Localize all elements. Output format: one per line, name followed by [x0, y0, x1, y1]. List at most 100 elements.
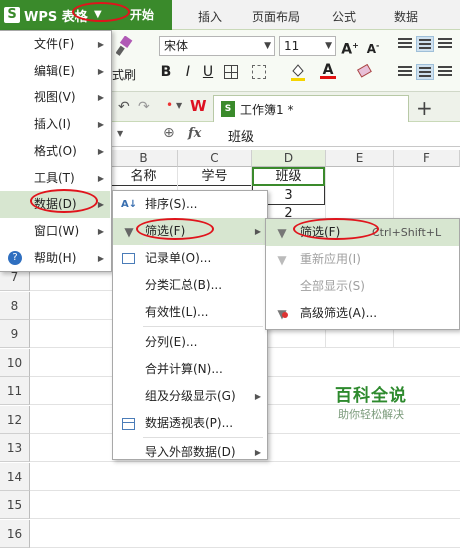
redo-icon[interactable]: ↷ [138, 99, 150, 115]
main-menu-item[interactable]: 窗口(W) ▶ [0, 218, 110, 245]
form-icon [122, 253, 135, 264]
chevron-right-icon: ▶ [97, 66, 104, 76]
chevron-right-icon: ▶ [97, 120, 104, 130]
main-menu-item[interactable]: ? 帮助(H) ▶ [0, 245, 110, 272]
annotation-oval [293, 218, 379, 240]
italic-button[interactable]: I [180, 62, 196, 82]
main-menu-item[interactable]: 编辑(E) ▶ [0, 58, 110, 85]
tab-formula[interactable]: 公式 [332, 8, 356, 25]
bullet-icon[interactable]: • [166, 98, 173, 112]
chevron-right-icon: ▶ [97, 253, 104, 263]
chevron-right-icon: ▶ [254, 448, 261, 457]
row-header[interactable]: 13 [0, 434, 30, 462]
tab-page-layout[interactable]: 页面布局 [252, 8, 300, 25]
align-center-icon[interactable] [416, 64, 434, 80]
border-icon[interactable] [224, 65, 238, 79]
cell-B-header[interactable]: 名称 [110, 167, 177, 186]
shrink-font-button[interactable]: A- [364, 36, 382, 56]
chevron-down-icon[interactable]: ▼ [176, 101, 182, 110]
formula-input[interactable]: 班级 [228, 126, 254, 145]
filter-menu-item: 全部显示(S) [300, 279, 365, 293]
align-bottom-icon[interactable] [436, 36, 454, 52]
row-header[interactable]: 8 [0, 291, 30, 320]
font-name-select[interactable]: 宋体 ▼ [159, 36, 275, 56]
data-menu-item[interactable]: 分列(E)... [113, 329, 267, 356]
column-header[interactable]: B [110, 150, 178, 167]
row-header[interactable]: 9 [0, 320, 30, 348]
underline-button[interactable]: U [200, 62, 216, 82]
tab-insert[interactable]: 插入 [198, 8, 222, 25]
row-header[interactable]: 11 [0, 377, 30, 405]
undo-icon[interactable]: ↶ [118, 99, 130, 115]
format-painter-label[interactable]: 式刷 [112, 66, 136, 83]
fill-color-icon[interactable] [290, 62, 306, 82]
chevron-right-icon: ▶ [97, 173, 104, 183]
chevron-down-icon[interactable]: ▼ [117, 129, 123, 138]
column-header[interactable]: F [394, 150, 460, 167]
data-menu-item[interactable]: 有效性(L)... [113, 299, 267, 326]
title-bar: S WPS 表格 ▼ 开始 插入 页面布局 公式 数据 [0, 0, 460, 31]
row-header[interactable]: 10 [0, 348, 30, 377]
filter-menu-item[interactable]: ▼ 高级筛选(A)... [266, 300, 459, 327]
reapply-filter-icon: ▼ [277, 253, 287, 267]
data-menu-item[interactable]: 导入外部数据(D) ▶ [113, 439, 267, 466]
font-color-icon[interactable]: A [320, 62, 336, 82]
data-menu-item[interactable]: 合并计算(N)... [113, 356, 267, 383]
clear-format-icon[interactable] [356, 63, 376, 82]
watermark-subtitle: 助你轻松解决 [338, 408, 404, 421]
wps-w-icon[interactable]: W [190, 97, 207, 115]
grow-font-button[interactable]: A+ [341, 36, 359, 58]
bold-button[interactable]: B [158, 62, 174, 82]
tab-data[interactable]: 数据 [394, 8, 418, 25]
sort-icon: A↓ [121, 199, 138, 210]
main-menu-item[interactable]: 文件(F) ▶ [0, 31, 110, 58]
column-header[interactable]: C [178, 150, 252, 167]
row-header[interactable]: 12 [0, 405, 30, 434]
cell-C-header[interactable]: 学号 [178, 167, 251, 186]
align-top-icon[interactable] [396, 36, 414, 52]
align-left-icon[interactable] [396, 64, 414, 80]
main-menu-item[interactable]: 格式(O) ▶ [0, 138, 110, 165]
filter-icon: ▼ [277, 226, 287, 240]
watermark-title: 百科全说 [335, 386, 407, 406]
chevron-right-icon: ▶ [97, 200, 104, 210]
new-tab-button[interactable]: + [416, 96, 433, 120]
filter-menu-item: ▼ 重新应用(I) [266, 246, 459, 273]
chevron-right-icon: ▶ [97, 40, 104, 49]
row-header[interactable]: 15 [0, 491, 30, 519]
column-header[interactable]: D [252, 150, 326, 167]
format-painter-icon[interactable] [115, 35, 134, 58]
fill-pattern-icon[interactable] [252, 65, 266, 79]
pivot-table-icon [122, 418, 135, 430]
chevron-down-icon: ▼ [264, 41, 271, 51]
row-header[interactable]: 14 [0, 462, 30, 491]
document-tab[interactable]: S 工作簿1 * [213, 95, 409, 122]
data-menu-item[interactable]: A↓ 排序(S)... [113, 191, 267, 218]
data-menu-item[interactable]: 记录单(O)... [113, 245, 267, 272]
align-middle-icon[interactable] [416, 36, 434, 52]
chevron-right-icon: ▶ [254, 392, 261, 401]
fx-button[interactable]: fx [188, 126, 201, 141]
data-menu-item[interactable]: 分类汇总(B)... [113, 272, 267, 299]
data-menu-item[interactable]: 数据透视表(P)... [113, 410, 267, 437]
chevron-right-icon: ▶ [97, 226, 104, 236]
watermark: 百科全说 助你轻松解决 [316, 381, 426, 422]
row-header[interactable]: 16 [0, 519, 30, 548]
data-menu-item[interactable]: 组及分级显示(G) ▶ [113, 383, 267, 410]
main-menu: 文件(F) ▶ 编辑(E) ▶ 视图(V) ▶ 插入(I) ▶ 格式(O) ▶ … [0, 30, 112, 272]
cell-D-header[interactable]: 班级 [252, 167, 325, 186]
main-menu-item[interactable]: 视图(V) ▶ [0, 84, 110, 111]
document-title: 工作簿1 * [240, 103, 294, 117]
main-menu-item[interactable]: 插入(I) ▶ [0, 111, 110, 138]
font-size-select[interactable]: 11 ▼ [279, 36, 336, 56]
chevron-right-icon: ▶ [97, 93, 104, 103]
annotation-oval [136, 218, 214, 240]
align-right-icon[interactable] [436, 64, 454, 80]
main-menu-item[interactable]: 工具(T) ▶ [0, 165, 110, 192]
help-icon: ? [8, 250, 22, 265]
wps-logo-icon: S [4, 7, 20, 23]
zoom-icon[interactable]: ⊕ [163, 125, 175, 141]
column-header[interactable]: E [326, 150, 394, 167]
filter-icon: ▼ [124, 225, 134, 239]
advanced-filter-icon: ▼ [274, 306, 290, 322]
